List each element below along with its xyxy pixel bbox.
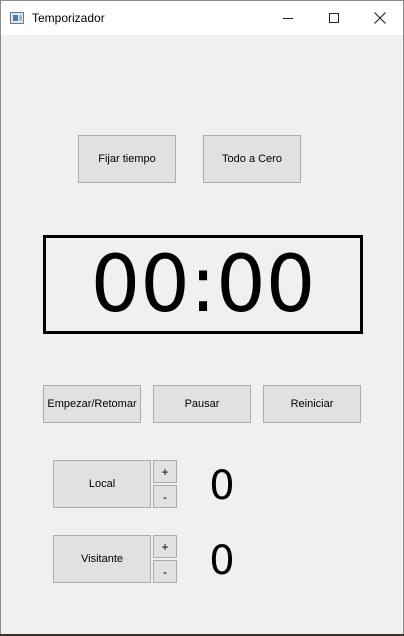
- set-time-button[interactable]: Fijar tiempo: [78, 135, 176, 183]
- visitor-team-button[interactable]: Visitante: [53, 535, 151, 583]
- visitor-plus-button[interactable]: +: [153, 535, 177, 558]
- close-icon: [374, 12, 386, 24]
- visitor-score: 0: [209, 538, 235, 584]
- app-icon: [10, 12, 24, 24]
- local-plus-button[interactable]: +: [153, 460, 177, 483]
- local-score: 0: [209, 463, 235, 509]
- minimize-icon: [283, 18, 293, 19]
- visitor-minus-button[interactable]: -: [153, 560, 177, 583]
- app-window: Temporizador Fijar tiempo Todo a Cero 00…: [0, 0, 404, 636]
- window-title: Temporizador: [32, 11, 105, 25]
- timer-display: 00:00: [43, 235, 363, 334]
- minimize-button[interactable]: [265, 1, 311, 35]
- maximize-icon: [329, 13, 339, 23]
- start-resume-button[interactable]: Empezar/Retomar: [43, 385, 141, 423]
- pause-button[interactable]: Pausar: [153, 385, 251, 423]
- restart-button[interactable]: Reiniciar: [263, 385, 361, 423]
- title-bar[interactable]: Temporizador: [1, 1, 403, 35]
- maximize-button[interactable]: [311, 1, 357, 35]
- local-team-button[interactable]: Local: [53, 460, 151, 508]
- reset-all-button[interactable]: Todo a Cero: [203, 135, 301, 183]
- local-minus-button[interactable]: -: [153, 485, 177, 508]
- close-button[interactable]: [357, 1, 403, 35]
